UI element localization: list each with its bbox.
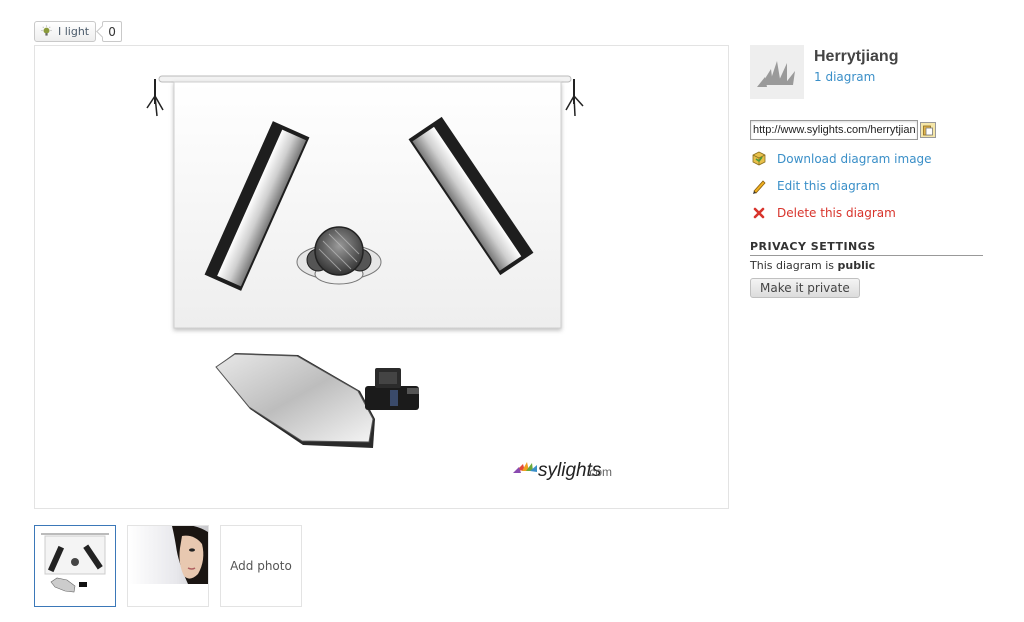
copy-url-button[interactable]	[920, 122, 936, 138]
thumbnail-diagram[interactable]	[34, 525, 116, 607]
sidebar: Herrytjiang 1 diagram Download diagram i…	[750, 45, 983, 298]
portrait-photo	[128, 526, 208, 606]
watermark-suffix: .com	[586, 465, 612, 479]
light-button[interactable]: I light	[34, 21, 97, 42]
backdrop-paper	[173, 81, 562, 329]
octabox-softbox	[215, 353, 375, 448]
edit-diagram-link[interactable]: Edit this diagram	[750, 177, 983, 195]
user-card: Herrytjiang 1 diagram	[750, 45, 983, 99]
username[interactable]: Herrytjiang	[814, 48, 898, 66]
edit-diagram-label: Edit this diagram	[777, 179, 880, 193]
light-bar: I light 0	[34, 21, 123, 42]
light-count: 0	[102, 21, 123, 42]
diagram-count-link[interactable]: 1 diagram	[814, 70, 898, 84]
share-url-row	[750, 120, 983, 140]
make-private-button[interactable]: Make it private	[750, 278, 860, 298]
lighting-diagram[interactable]: sylights .com	[34, 45, 729, 509]
add-photo-button[interactable]: Add photo	[220, 525, 302, 607]
thumbnail-strip: Add photo	[34, 525, 302, 607]
pencil-icon	[750, 177, 768, 195]
diagram-thumbnail-image	[41, 533, 109, 593]
package-icon	[750, 150, 768, 168]
privacy-status: public	[837, 259, 876, 272]
privacy-text-prefix: This diagram is	[750, 259, 838, 272]
sylights-logo-icon	[757, 61, 795, 87]
privacy-settings-heading: PRIVACY SETTINGS	[750, 240, 983, 256]
sylights-watermark: sylights .com	[513, 460, 612, 481]
add-photo-label: Add photo	[230, 559, 292, 573]
download-diagram-label: Download diagram image	[777, 152, 932, 166]
privacy-status-text: This diagram is public	[750, 259, 983, 272]
delete-x-icon	[750, 204, 768, 222]
lightbulb-icon	[41, 25, 52, 36]
delete-diagram-link[interactable]: Delete this diagram	[750, 204, 983, 222]
light-button-label: I light	[58, 25, 90, 38]
avatar[interactable]	[750, 45, 804, 99]
share-url-input[interactable]	[750, 120, 918, 140]
thumbnail-photo[interactable]	[127, 525, 209, 607]
delete-diagram-label: Delete this diagram	[777, 206, 896, 220]
camera	[365, 368, 419, 410]
clipboard-icon	[923, 125, 933, 136]
download-diagram-link[interactable]: Download diagram image	[750, 150, 983, 168]
